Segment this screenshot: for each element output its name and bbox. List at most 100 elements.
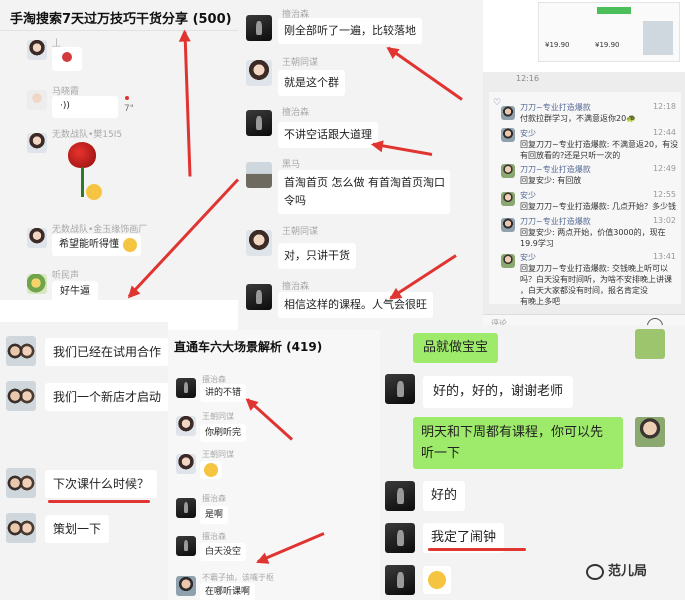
rose-icon <box>68 142 96 168</box>
voice-message[interactable]: ·)) <box>52 96 118 118</box>
chat-panel-taobao-search: 手淘搜索7天过万技巧干货分享 (500) 丄 马晓霞 ·)) 7" 无数战队•樊… <box>0 0 238 300</box>
avatar[interactable] <box>501 128 515 142</box>
avatar[interactable] <box>176 416 196 436</box>
message-text: 你刷听完 <box>205 428 242 438</box>
avatar[interactable] <box>176 536 196 556</box>
message-bubble[interactable]: 我们已经在试用合作 <box>45 338 168 366</box>
avatar[interactable] <box>246 60 272 86</box>
avatar[interactable] <box>635 417 665 447</box>
avatar[interactable] <box>385 374 415 404</box>
message-bubble[interactable]: 讲的不错 <box>200 384 247 402</box>
comment-text: 有晚上多吧 <box>520 297 560 306</box>
message-bubble[interactable]: 白天没空 <box>200 543 247 561</box>
comment-item[interactable]: 刀刀~专业打造爆款 12:49 回复安少: 有回放 <box>520 164 676 186</box>
message-bubble[interactable]: 相信这样的课程。人气会很旺 <box>278 292 433 318</box>
avatar[interactable] <box>385 523 415 553</box>
message-bubble[interactable]: 你刷听完 <box>200 424 247 442</box>
avatar[interactable] <box>6 381 36 411</box>
message-bubble[interactable] <box>52 47 82 71</box>
message-bubble-sent[interactable]: 品就做宝宝 <box>413 333 499 363</box>
avatar[interactable] <box>501 254 515 268</box>
emoji-icon <box>123 238 137 252</box>
comment-time: 12:55 <box>652 190 676 199</box>
phone-moments-panel: ¥19.90 ¥19.90 12:16 ♡ 刀刀~专业打造爆款 12:18 付款… <box>483 0 685 360</box>
message-bubble[interactable]: 就是这个群 <box>278 70 345 96</box>
avatar[interactable] <box>176 576 196 596</box>
message-text: 品就做宝宝 <box>423 340 489 355</box>
group-title: 手淘搜索7天过万技巧干货分享 (500) <box>10 12 232 27</box>
avatar[interactable] <box>501 192 515 206</box>
price-label: ¥19.90 <box>545 41 570 49</box>
comment-item[interactable]: 刀刀~专业打造爆款 13:02 回复安少: 两点开始，价值3000的，现在 19… <box>520 216 676 249</box>
message-text: 希望能听得懂 <box>59 239 119 250</box>
message-bubble[interactable]: 下次课什么时候？ <box>45 470 158 498</box>
rose-sticker[interactable] <box>60 140 108 202</box>
post-screenshot[interactable]: ¥19.90 ¥19.90 12:16 <box>483 0 685 83</box>
message-bubble[interactable]: 我们一个新店才启动 <box>45 383 168 411</box>
message-bubble-sent[interactable]: 明天和下周都有课程，你可以先 听一下 <box>413 417 623 469</box>
avatar[interactable] <box>501 164 515 178</box>
message-bubble[interactable]: 好的 <box>423 481 466 511</box>
message-text-line: 令吗 <box>284 194 306 207</box>
avatar[interactable] <box>176 498 196 518</box>
avatar[interactable] <box>6 513 36 543</box>
message-text: 相信这样的课程。人气会很旺 <box>284 298 427 311</box>
avatar[interactable] <box>385 481 415 511</box>
sender-name: 王朝同谋 <box>202 450 234 459</box>
message-bubble[interactable]: 好牛逼 <box>52 281 98 300</box>
avatar[interactable] <box>176 378 196 398</box>
comment-item[interactable]: 刀刀~专业打造爆款 12:18 付款拉群学习，不满意返你20🐢 <box>520 102 676 124</box>
comment-time: 13:41 <box>652 252 676 261</box>
avatar[interactable] <box>27 40 47 60</box>
message-bubble[interactable]: 是啊 <box>200 506 229 524</box>
avatar[interactable] <box>6 468 36 498</box>
message-text: 对，只讲干货 <box>284 249 350 262</box>
avatar[interactable] <box>27 228 47 248</box>
avatar[interactable] <box>27 133 47 153</box>
avatar[interactable] <box>635 329 665 359</box>
avatar[interactable] <box>27 274 47 294</box>
post-time: 12:16 <box>516 74 540 83</box>
message-text: 我们已经在试用合作 <box>53 345 162 359</box>
avatar[interactable] <box>501 218 515 232</box>
flower-sticker-icon <box>62 52 72 62</box>
message-bubble[interactable]: 在哪听课啊 <box>200 583 256 600</box>
sender-name: 擅治森 <box>202 532 226 541</box>
comment-item[interactable]: 安少 13:41 回复刀刀~专业打造爆款: 交钱晚上听可以 吗？白天没有时间听，… <box>520 252 676 307</box>
message-text: 好牛逼 <box>60 286 90 297</box>
chat-panel-zhitongche: 直通车六大场景解析 (419) 擅治森 讲的不错 王朝同谋 你刷听完 王朝同谋 … <box>168 330 380 600</box>
product-thumbnail <box>643 21 673 55</box>
avatar[interactable] <box>385 565 415 595</box>
comment-item[interactable]: 安少 12:55 回复刀刀~专业打造爆款: 几点开始？多少钱 <box>520 190 676 212</box>
comment-text: 回复安少: 有回放 <box>520 176 582 185</box>
emoji-message[interactable] <box>200 461 222 479</box>
message-bubble[interactable]: 策划一下 <box>45 515 110 543</box>
message-bubble[interactable]: 不讲空话跟大道理 <box>278 122 378 148</box>
avatar[interactable] <box>246 110 272 136</box>
message-bubble[interactable]: 刚全部听了一遍，比较落地 <box>278 18 422 44</box>
watermark: 范儿局 <box>586 561 647 583</box>
message-bubble[interactable]: 首淘首页 怎么做 有首淘首页淘口 令吗 <box>278 170 450 214</box>
avatar[interactable] <box>27 90 47 110</box>
message-bubble[interactable]: 好的，好的，谢谢老师 <box>423 376 574 408</box>
comment-text: 回复刀刀~专业打造爆款: 几点开始？多少钱 <box>520 202 676 211</box>
message-bubble[interactable]: 对，只讲干货 <box>278 243 356 269</box>
sender-name: 擅治森 <box>282 108 310 118</box>
avatar[interactable] <box>246 162 272 188</box>
avatar[interactable] <box>246 15 272 41</box>
emoji-message[interactable] <box>423 566 451 594</box>
message-bubble[interactable]: 希望能听得懂 <box>52 234 141 256</box>
smiley-icon <box>86 184 102 200</box>
comment-item[interactable]: 安少 12:44 回复刀刀~专业打造爆款: 不满意返20，有没 有回放看的?还是… <box>520 128 678 161</box>
message-text-line: 明天和下周都有课程，你可以先 <box>421 425 604 440</box>
avatar[interactable] <box>246 230 272 256</box>
avatar[interactable] <box>501 106 515 120</box>
comment-box: ♡ 刀刀~专业打造爆款 12:18 付款拉群学习，不满意返你20🐢 安少 12:… <box>489 92 681 307</box>
comment-text: 吗？白天没有时间听，为啥不安排晚上讲课 <box>520 275 672 284</box>
avatar[interactable] <box>246 284 272 310</box>
green-badge-icon <box>597 7 631 14</box>
avatar[interactable] <box>176 454 196 474</box>
avatar[interactable] <box>6 336 36 366</box>
comment-text: 回复刀刀~专业打造爆款: 交钱晚上听可以 <box>520 264 668 273</box>
group-title: 直通车六大场景解析 (419) <box>174 340 323 354</box>
